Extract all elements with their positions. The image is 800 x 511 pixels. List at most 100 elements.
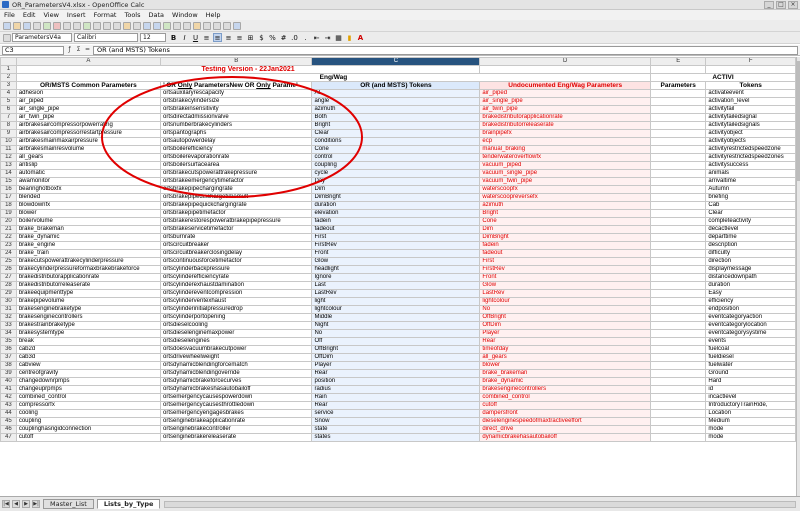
column-header-d[interactable]: D xyxy=(479,57,652,66)
cell-f[interactable]: Location xyxy=(705,409,796,418)
cell-c[interactable]: Front xyxy=(311,249,481,258)
cell-e[interactable] xyxy=(650,393,707,402)
cell-a[interactable]: coupling xyxy=(15,417,161,426)
cell-d[interactable]: No xyxy=(479,305,652,314)
cell-a[interactable]: awamonitor xyxy=(15,177,161,186)
cell-b[interactable]: ortsemergencycausesthrottledown xyxy=(159,401,313,410)
cell-a[interactable]: cutoff xyxy=(15,433,161,442)
underline-icon[interactable]: U xyxy=(191,33,200,42)
cell-a[interactable]: couplinghasrigidconnection xyxy=(15,425,161,434)
cell-c[interactable]: coupling xyxy=(311,161,481,170)
cell-d[interactable]: waterscoopreversefx xyxy=(479,193,652,202)
cell-b[interactable]: ortsbrakeinsensitivity xyxy=(159,105,313,114)
cell-d[interactable]: Player xyxy=(479,329,652,338)
row-header[interactable]: 20 xyxy=(0,217,17,226)
cell-f[interactable]: eventcategorylocation xyxy=(705,321,796,330)
cell-d[interactable]: vacuum_single_pipe xyxy=(479,169,652,178)
maximize-icon[interactable]: □ xyxy=(776,1,786,9)
cell-b[interactable]: ortsbrakerestorespoweratbrakepipepressur… xyxy=(159,217,313,226)
cell-d[interactable]: brakedistributorapplicationrate xyxy=(479,113,652,122)
row-header[interactable]: 8 xyxy=(0,121,17,130)
cell-e[interactable] xyxy=(650,353,707,362)
cell-d[interactable]: Bright xyxy=(479,209,652,218)
cell-c[interactable]: AI xyxy=(311,89,481,98)
row-header[interactable]: 6 xyxy=(0,105,17,114)
align-center-icon[interactable]: ≡ xyxy=(213,33,222,42)
cell-b[interactable]: ortscylinderportopening xyxy=(159,313,313,322)
cell-f[interactable]: Medium xyxy=(705,417,796,426)
cell-b[interactable]: ortsdieselcooling xyxy=(159,321,313,330)
row-header[interactable]: 43 xyxy=(0,401,17,410)
cell-a[interactable]: brakedistributorapplicationrate xyxy=(15,273,161,282)
cell-a[interactable]: brake_brakeman xyxy=(15,225,161,234)
next-sheet-icon[interactable]: ▶ xyxy=(22,500,30,508)
borders-icon[interactable]: ▦ xyxy=(334,33,343,42)
cell-a[interactable]: bearinghotboxfx xyxy=(15,185,161,194)
cell-c[interactable]: Rear xyxy=(311,401,481,410)
cell-d[interactable]: fadein xyxy=(479,241,652,250)
cell-d[interactable]: manual_braking xyxy=(479,145,652,154)
copy-icon[interactable] xyxy=(113,21,121,30)
row-header[interactable]: 44 xyxy=(0,409,17,418)
cell-e[interactable] xyxy=(650,313,707,322)
row-header[interactable]: 41 xyxy=(0,385,17,394)
cell-e[interactable] xyxy=(650,241,707,250)
cell-e[interactable] xyxy=(650,105,707,114)
cell-b[interactable]: ortsdynamicblendingoverride xyxy=(159,369,313,378)
cell-c[interactable]: OffBright xyxy=(311,345,481,354)
chart-icon[interactable] xyxy=(193,21,201,30)
cell-c[interactable]: Night xyxy=(311,321,481,330)
cell-b[interactable]: ortsbrakepipetimefactor xyxy=(159,209,313,218)
cell-a[interactable]: brakestrainbraketype xyxy=(15,321,161,330)
font-color-icon[interactable]: A xyxy=(356,33,365,42)
cell-a[interactable]: changeuprpmps xyxy=(15,385,161,394)
cell-e[interactable] xyxy=(650,97,707,106)
cell-b[interactable]: ortscylinderinitialpressuredrop xyxy=(159,305,313,314)
cell-f[interactable]: events xyxy=(705,337,796,346)
row-header[interactable]: 29 xyxy=(0,289,17,298)
cell-b[interactable]: ortsemergencycausespowerdown xyxy=(159,393,313,402)
add-decimal-icon[interactable]: .0 xyxy=(290,33,299,42)
cell-e[interactable] xyxy=(650,377,707,386)
cell-f[interactable]: briefing xyxy=(705,193,796,202)
cell-d[interactable]: brainpipefx xyxy=(479,129,652,138)
sort-ascending-icon[interactable] xyxy=(173,21,181,30)
header-tokens[interactable]: OR (and MSTS) Tokens xyxy=(311,81,481,90)
cell-e[interactable] xyxy=(650,305,707,314)
cell-a[interactable]: compressorfx xyxy=(15,401,161,410)
cell-d[interactable]: air_twin_pipe xyxy=(479,105,652,114)
cell-a[interactable]: all_gears xyxy=(15,153,161,162)
cell-f[interactable]: mode xyxy=(705,433,796,442)
menu-insert[interactable]: Insert xyxy=(67,11,86,19)
draw-functions-icon[interactable] xyxy=(203,21,211,30)
row-header[interactable]: 45 xyxy=(0,417,17,426)
font-size-select[interactable]: 12 xyxy=(140,33,166,42)
cell-e[interactable] xyxy=(650,145,707,154)
cell-b[interactable]: ortsbrakecutspowerattrakepressure xyxy=(159,169,313,178)
cell-f[interactable]: displaymessage xyxy=(705,265,796,274)
row-header[interactable]: 33 xyxy=(0,321,17,330)
cell-a[interactable]: cab3d xyxy=(15,353,161,362)
standard-format-icon[interactable]: # xyxy=(279,33,288,42)
cell-c[interactable]: Day xyxy=(311,177,481,186)
select-all-corner[interactable] xyxy=(0,57,17,66)
cell-b[interactable]: ortsenginebrakeapplicationrate xyxy=(159,417,313,426)
menu-window[interactable]: Window xyxy=(172,11,198,19)
cell-e[interactable] xyxy=(650,209,707,218)
cell-d[interactable]: lightcolour xyxy=(479,297,652,306)
cell-b[interactable]: ortsboilerevaporationrate xyxy=(159,153,313,162)
cell-b[interactable]: ortsburnrate xyxy=(159,233,313,242)
cell-e[interactable] xyxy=(650,177,707,186)
cell-f[interactable]: fuelcoal xyxy=(705,345,796,354)
sheet-tab-lists-by-type[interactable]: Lists_by_Type xyxy=(96,499,161,509)
cell-a[interactable]: boilervolume xyxy=(15,217,161,226)
cell-f[interactable]: fuelwater xyxy=(705,361,796,370)
spreadsheet-grid[interactable]: ABCDEF 1 Testing Version - 22Jan2021 2 E… xyxy=(0,57,796,496)
cell-b[interactable]: ortsdirectadmissionvalve xyxy=(159,113,313,122)
cell-c[interactable]: Snow xyxy=(311,417,481,426)
cell-b[interactable]: ortsdynamicbrakeforcecurves xyxy=(159,377,313,386)
cell-b[interactable]: ortscylinderbackpressure xyxy=(159,265,313,274)
cell-a[interactable]: automatic xyxy=(15,169,161,178)
row-header[interactable]: 1 xyxy=(0,65,17,74)
row-header[interactable]: 23 xyxy=(0,241,17,250)
